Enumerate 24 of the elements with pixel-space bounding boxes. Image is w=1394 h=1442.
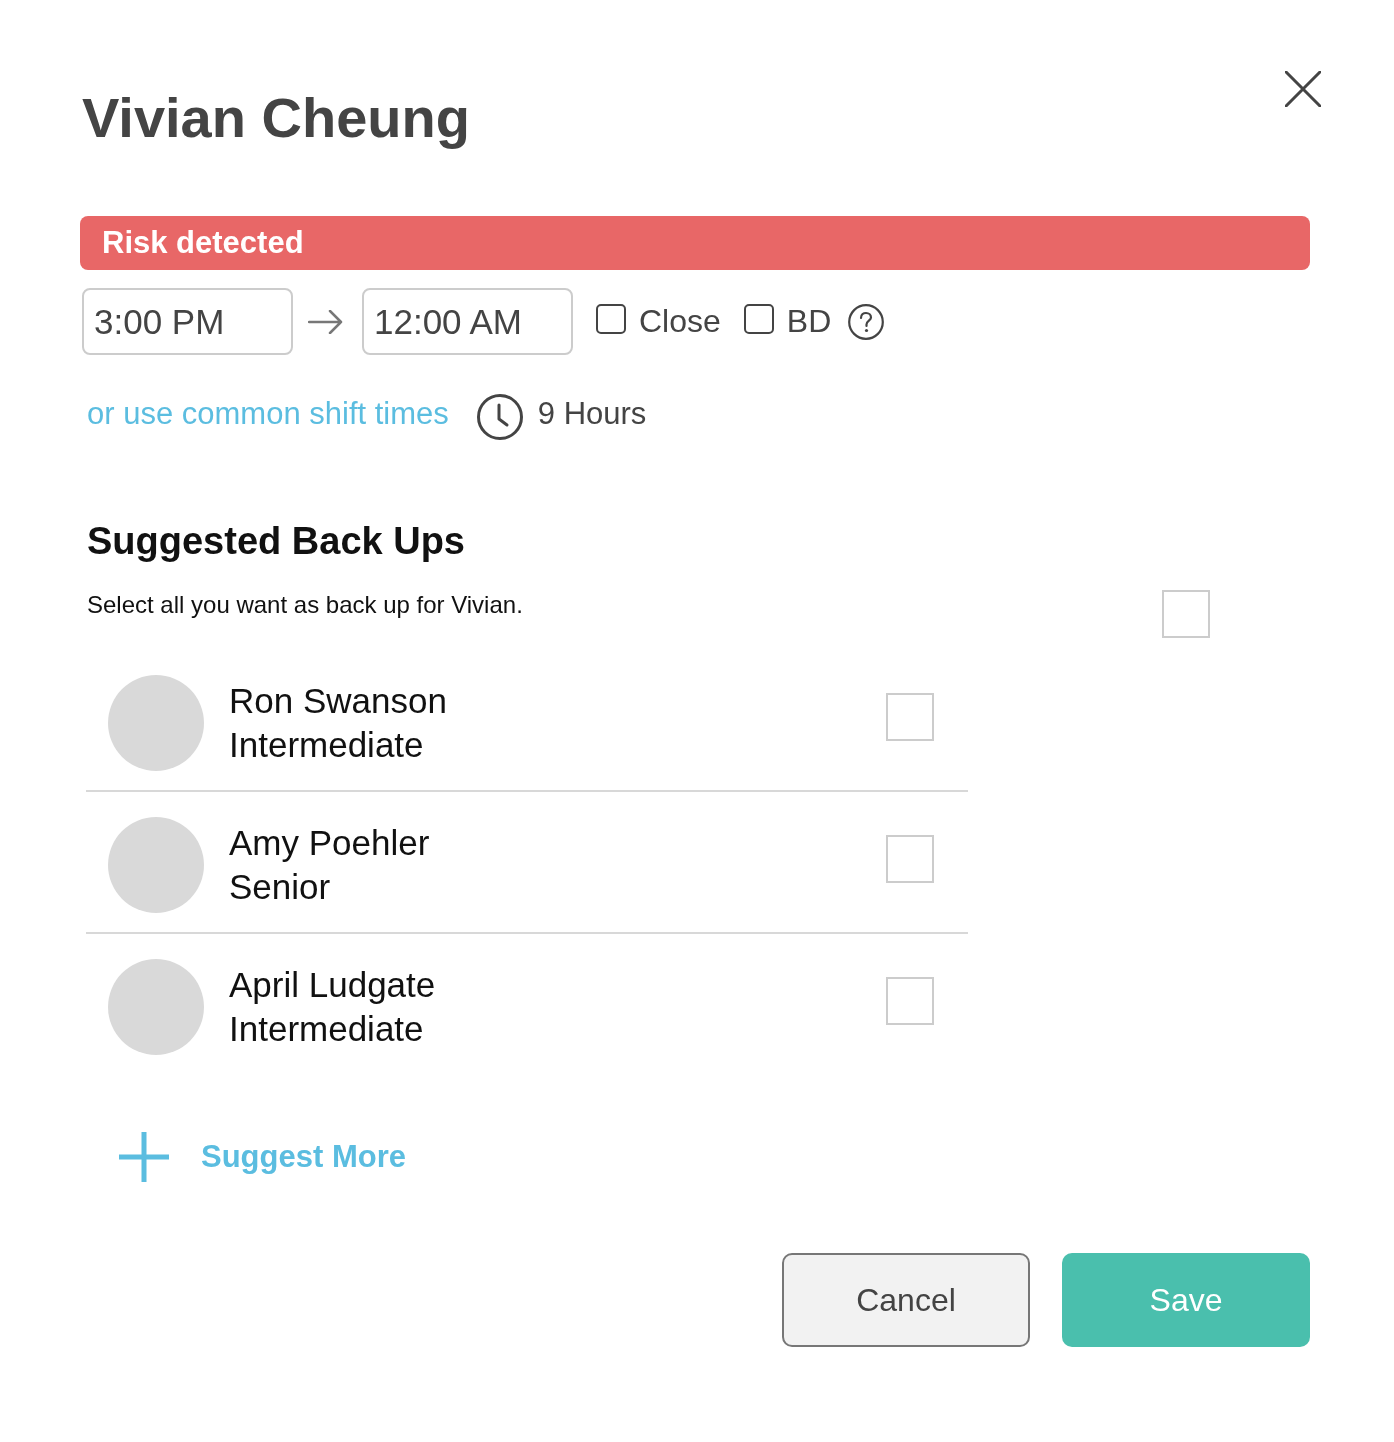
start-time-field[interactable]: 3:00 PM [82, 288, 293, 355]
checkbox[interactable] [743, 303, 774, 334]
checkbox[interactable] [596, 303, 626, 334]
section-description: Select all you want as back up for Vivian. [87, 590, 523, 620]
section-heading: Suggested Back Ups [87, 519, 465, 564]
help-icon[interactable] [848, 303, 885, 340]
dialog-title: Vivian Cheung [81, 85, 470, 151]
close-icon[interactable] [1285, 71, 1321, 107]
person-name: Amy Poehler [229, 822, 430, 864]
person-name: April Ludgate [229, 964, 436, 1006]
person-role: Intermediate [229, 1008, 425, 1050]
cancel-button[interactable]: Cancel [782, 1253, 1030, 1347]
person-name: Ron Swanson [229, 680, 447, 722]
option-label: BD [786, 303, 832, 340]
arrow-right-icon [308, 309, 343, 334]
person-role: Intermediate [229, 724, 425, 766]
select-all-checkbox[interactable] [1162, 590, 1210, 638]
shift-duration: 9 Hours [537, 396, 647, 432]
plus-icon[interactable] [119, 1132, 169, 1182]
risk-alert-banner: Risk detected [80, 216, 1310, 270]
end-time-field[interactable]: 12:00 AM [362, 288, 573, 355]
clock-icon [476, 394, 523, 440]
person-role: Senior [229, 866, 332, 908]
option-label: Close [639, 303, 721, 340]
